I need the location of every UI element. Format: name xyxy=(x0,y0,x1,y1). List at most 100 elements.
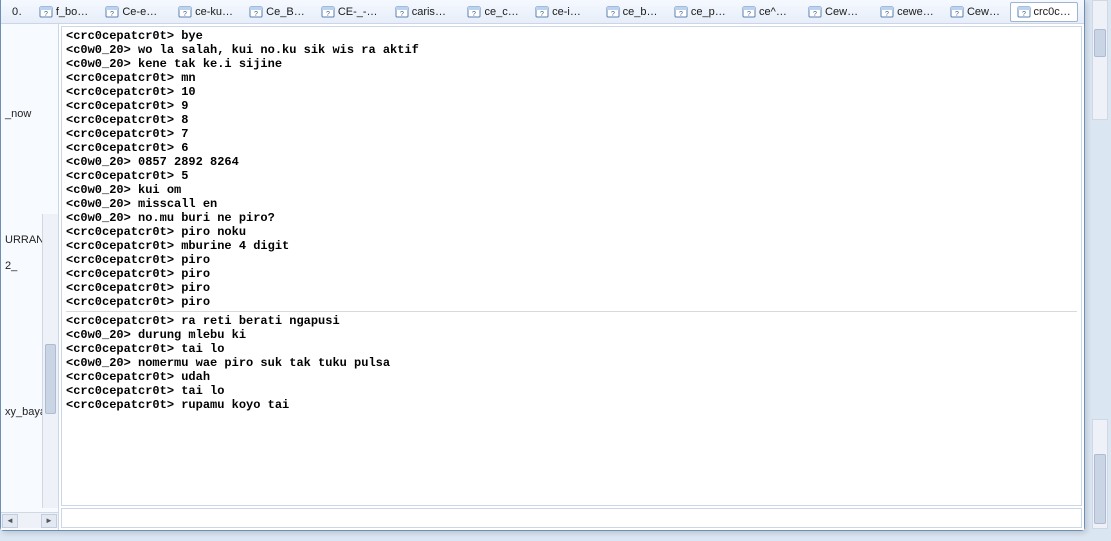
tab-fbored[interactable]: ? f_bored xyxy=(32,2,97,22)
chat-message: <crc0cepatcr0t> tai lo xyxy=(66,384,1077,398)
sidebar-vscroll-thumb[interactable] xyxy=(45,344,56,414)
tab-ces[interactable]: ? CE-_-S... xyxy=(314,2,386,22)
body-row: _now URRAN 2_ xy_baya ◄ ► <crc0cepatcr0t… xyxy=(1,24,1084,530)
chat-message: <crc0cepatcr0t> 8 xyxy=(66,113,1077,127)
hscroll-right-button[interactable]: ► xyxy=(41,514,57,528)
sidebar-vscrollbar[interactable] xyxy=(42,214,58,508)
outer-vscroll-thumb[interactable] xyxy=(1094,29,1106,57)
chat-window-icon: ? xyxy=(1017,5,1031,19)
chat-window-icon: ? xyxy=(249,5,263,19)
tab-carises[interactable]: ? carises... xyxy=(388,2,459,22)
tab-ceay[interactable]: ? ce^ay... xyxy=(735,2,799,22)
svg-text:?: ? xyxy=(326,11,330,18)
tab-ceca[interactable]: ? ce_ca... xyxy=(460,2,526,22)
chat-message: <crc0cepatcr0t> 6 xyxy=(66,141,1077,155)
svg-text:?: ? xyxy=(473,11,477,18)
tab-cewe[interactable]: ? cewe_... xyxy=(873,2,941,22)
chat-message: <crc0cepatcr0t> piro xyxy=(66,267,1077,281)
outer-vscrollbar-top[interactable] xyxy=(1092,0,1108,120)
chat-message: <crc0cepatcr0t> piro xyxy=(66,253,1077,267)
outer-vscrollbar-bottom[interactable] xyxy=(1092,419,1108,529)
chat-message: <crc0cepatcr0t> udah xyxy=(66,370,1077,384)
tab-label: Cew_Y... xyxy=(825,6,864,18)
chat-message: <c0w0_20> misscall en xyxy=(66,197,1077,211)
chat-message: <c0w0_20> kene tak ke.i sijine xyxy=(66,57,1077,71)
chat-window-icon: ? xyxy=(535,5,549,19)
tab-ceimutz[interactable]: ? ce-imutz xyxy=(528,2,596,22)
chat-message: <c0w0_20> no.mu buri ne piro? xyxy=(66,211,1077,225)
chat-message: <c0w0_20> nomermu wae piro suk tak tuku … xyxy=(66,356,1077,370)
svg-text:?: ? xyxy=(400,11,404,18)
tab-label: carises... xyxy=(412,6,452,18)
tab-label: Cewe... xyxy=(967,6,1001,18)
chat-window-icon: ? xyxy=(467,5,481,19)
svg-text:?: ? xyxy=(813,11,817,18)
hscroll-track[interactable] xyxy=(19,514,40,528)
tab-label: ce_po... xyxy=(691,6,726,18)
chat-message: <crc0cepatcr0t> 10 xyxy=(66,85,1077,99)
chat-message: <crc0cepatcr0t> 9 xyxy=(66,99,1077,113)
tab-label: Ce_Ba... xyxy=(266,6,305,18)
chat-message: <crc0cepatcr0t> tai lo xyxy=(66,342,1077,356)
tab-label: ce_bo... xyxy=(623,6,658,18)
tab-cewe[interactable]: ? Cewe... xyxy=(943,2,1008,22)
chat-message: <crc0cepatcr0t> piro xyxy=(66,295,1077,309)
tab-ceba[interactable]: ? Ce_Ba... xyxy=(242,2,312,22)
tab-label: ce-kul-... xyxy=(195,6,233,18)
svg-text:?: ? xyxy=(611,11,615,18)
tab-label: cewe_... xyxy=(897,6,934,18)
chat-message: <crc0cepatcr0t> ra reti berati ngapusi xyxy=(66,314,1077,328)
chat-message: <c0w0_20> wo la salah, kui no.ku sik wis… xyxy=(66,43,1077,57)
tab-cepo[interactable]: ? ce_po... xyxy=(667,2,733,22)
chat-window-icon: ? xyxy=(742,5,756,19)
chat-log[interactable]: <crc0cepatcr0t> bye<c0w0_20> wo la salah… xyxy=(61,26,1082,506)
outer-vscroll-thumb[interactable] xyxy=(1094,454,1106,524)
chat-window-icon: ? xyxy=(606,5,620,19)
sidebar-hscrollbar[interactable]: ◄ ► xyxy=(1,512,58,528)
chat-message: <c0w0_20> kui om xyxy=(66,183,1077,197)
chat-window-icon: ? xyxy=(395,5,409,19)
tab-label: f_bored xyxy=(56,6,90,18)
chat-divider xyxy=(66,311,1077,312)
tab-label: 0s xyxy=(12,6,23,18)
chat-window-icon: ? xyxy=(39,5,53,19)
tab-crc0ce[interactable]: ?crc0ce... xyxy=(1010,2,1079,22)
svg-text:?: ? xyxy=(44,11,48,18)
main-panel: <crc0cepatcr0t> bye<c0w0_20> wo la salah… xyxy=(59,24,1084,530)
chat-message: <crc0cepatcr0t> piro xyxy=(66,281,1077,295)
tab-cewy[interactable]: ? Cew_Y... xyxy=(801,2,871,22)
tab-cebo[interactable]: ? ce_bo... xyxy=(599,2,665,22)
svg-text:?: ? xyxy=(540,11,544,18)
sidebar: _now URRAN 2_ xy_baya ◄ ► xyxy=(1,24,59,530)
tab-label: ce-imutz xyxy=(552,6,589,18)
chat-message: <crc0cepatcr0t> rupamu koyo tai xyxy=(66,398,1077,412)
chat-window-icon: ? xyxy=(321,5,335,19)
chat-message: <crc0cepatcr0t> 5 xyxy=(66,169,1077,183)
chat-window-icon: ? xyxy=(950,5,964,19)
chat-window-icon: ? xyxy=(808,5,822,19)
chat-window-icon: ? xyxy=(178,5,192,19)
window-right-scroll-area xyxy=(1092,0,1108,529)
tab-label: CE-_-S... xyxy=(338,6,379,18)
chat-window-icon: ? xyxy=(880,5,894,19)
hscroll-left-button[interactable]: ◄ xyxy=(2,514,18,528)
tab-0s[interactable]: 0s xyxy=(5,3,30,21)
app-window: 0s?f_bored?Ce-eS-...?ce-kul-...?Ce_Ba...… xyxy=(0,0,1085,531)
svg-text:?: ? xyxy=(747,11,751,18)
tab-bar: 0s?f_bored?Ce-eS-...?ce-kul-...?Ce_Ba...… xyxy=(1,0,1084,24)
chat-message: <crc0cepatcr0t> piro noku xyxy=(66,225,1077,239)
chat-message: <crc0cepatcr0t> mburine 4 digit xyxy=(66,239,1077,253)
chat-message: <c0w0_20> 0857 2892 8264 xyxy=(66,155,1077,169)
tab-label: ce_ca... xyxy=(484,6,519,18)
svg-text:?: ? xyxy=(679,11,683,18)
tab-cees[interactable]: ?Ce-eS-... xyxy=(98,2,169,22)
svg-text:?: ? xyxy=(254,11,258,18)
chat-input[interactable] xyxy=(61,508,1082,528)
sidebar-item[interactable]: _now xyxy=(3,106,56,122)
svg-text:?: ? xyxy=(955,11,959,18)
chat-message: <crc0cepatcr0t> 7 xyxy=(66,127,1077,141)
tab-cekul[interactable]: ?ce-kul-... xyxy=(171,2,240,22)
tab-label: Ce-eS-... xyxy=(122,6,162,18)
tab-label: ce^ay... xyxy=(759,6,792,18)
svg-text:?: ? xyxy=(885,11,889,18)
